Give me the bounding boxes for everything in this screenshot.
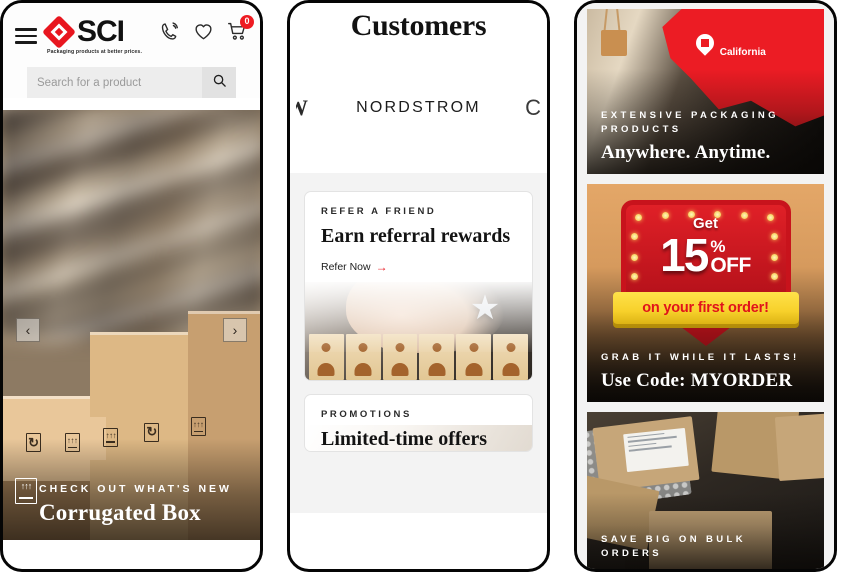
brand-logo-partial-left: W	[296, 95, 326, 121]
cart-count-badge: 0	[240, 14, 254, 29]
bulk-overlay: SAVE BIG ON BULK ORDERS	[587, 492, 824, 569]
mobile-panel-offers: California EXTENSIVE PACKAGING PRODUCTS …	[574, 0, 837, 572]
promotions-card-body: PROMOTIONS Limited-time offers	[305, 395, 532, 450]
promotions-eyebrow: PROMOTIONS	[321, 409, 412, 421]
header-bar: SCI Packaging products at better prices.	[15, 14, 254, 55]
discount-title: Use Code: MYORDER	[601, 370, 793, 391]
carousel-next-button[interactable]: ›	[223, 318, 247, 342]
heart-icon[interactable]	[193, 21, 214, 42]
bulk-orders-card[interactable]: SAVE BIG ON BULK ORDERS	[587, 412, 824, 569]
three-panel-screenshot: SCI Packaging products at better prices.	[0, 0, 841, 572]
package-badge-icon	[15, 478, 37, 504]
shipping-label-image	[623, 428, 689, 473]
cart-icon[interactable]: 0	[227, 14, 254, 42]
referral-card[interactable]: REFER A FRIEND Earn referral rewards Ref…	[304, 191, 533, 382]
hero-caption: CHECK OUT WHAT'S NEW Corrugated Box	[3, 439, 260, 540]
promotions-card[interactable]: PROMOTIONS Limited-time offers	[304, 394, 533, 452]
location-pin-label: California	[719, 46, 766, 58]
logo-row: SCI	[42, 15, 159, 49]
discount-percent-symbol: %	[710, 237, 726, 257]
logo-wordmark: SCI	[77, 15, 125, 48]
discount-badge-image: Get 15 % OFF on your first order!	[612, 200, 799, 346]
discount-off-label: OFF	[710, 254, 751, 278]
discount-number: 15	[660, 229, 709, 281]
hamburger-icon[interactable]	[15, 28, 37, 44]
search-button[interactable]	[202, 67, 236, 98]
logo-tagline: Packaging products at better prices.	[47, 49, 143, 55]
refer-now-link[interactable]: Refer Now →	[321, 260, 516, 274]
hamburger-line	[15, 34, 37, 38]
discount-overlay: GRAB IT WHILE IT LASTS! Use Code: MYORDE…	[587, 311, 824, 402]
phone-icon[interactable]	[159, 21, 180, 42]
coverage-overlay: EXTENSIVE PACKAGING PRODUCTS Anywhere. A…	[587, 68, 824, 174]
search-input[interactable]	[27, 67, 202, 98]
brand-logo-partial-right: C	[525, 95, 541, 120]
coverage-title: Anywhere. Anytime.	[601, 142, 771, 163]
customers-section: Customers W NORDSTROM C	[290, 3, 547, 173]
mobile-panel-customers: Customers W NORDSTROM C REFER A FRIEND E…	[287, 0, 550, 572]
search-icon	[212, 73, 227, 93]
bulk-eyebrow: SAVE BIG ON BULK ORDERS	[601, 533, 747, 560]
hero-title: Corrugated Box	[39, 500, 201, 525]
search-bar	[27, 67, 236, 98]
mobile-panel-home: SCI Packaging products at better prices.	[0, 0, 263, 572]
brand-logo-nordstrom: NORDSTROM	[356, 99, 481, 116]
arrow-right-icon: →	[375, 260, 388, 275]
this-side-up-symbol-icon	[190, 417, 206, 437]
refer-now-label: Refer Now	[321, 261, 371, 274]
coverage-card[interactable]: California EXTENSIVE PACKAGING PRODUCTS …	[587, 9, 824, 174]
sci-diamond-logo-icon	[42, 15, 76, 49]
promotions-title: Limited-time offers	[321, 428, 488, 451]
referral-card-body: REFER A FRIEND Earn referral rewards Ref…	[305, 192, 532, 274]
page-title: Customers	[350, 9, 487, 42]
panel1-scroll[interactable]: SCI Packaging products at better prices.	[3, 3, 260, 569]
referral-image: ★	[305, 282, 532, 381]
discount-eyebrow: GRAB IT WHILE IT LASTS!	[601, 352, 800, 364]
hero-carousel[interactable]: ‹ › CHECK OUT WHAT'S NEW Corrugated Box	[3, 110, 260, 540]
hamburger-line	[15, 41, 37, 44]
promo-cards-section: REFER A FRIEND Earn referral rewards Ref…	[290, 173, 547, 513]
carousel-prev-button[interactable]: ‹	[16, 318, 40, 342]
coverage-eyebrow: EXTENSIVE PACKAGING PRODUCTS	[601, 109, 779, 136]
hamburger-line	[15, 28, 37, 31]
discount-amount: 15 % OFF	[660, 229, 751, 281]
discount-plaque: Get 15 % OFF	[620, 200, 791, 304]
site-header: SCI Packaging products at better prices.	[3, 3, 260, 98]
referral-title: Earn referral rewards	[321, 225, 511, 247]
carton-image	[774, 413, 824, 482]
panel3-scroll[interactable]: California EXTENSIVE PACKAGING PRODUCTS …	[577, 3, 834, 569]
brand-logo-carousel[interactable]: W NORDSTROM C	[290, 43, 547, 173]
panel2-scroll[interactable]: Customers W NORDSTROM C REFER A FRIEND E…	[290, 3, 547, 569]
paper-bag-image	[601, 9, 628, 60]
referral-eyebrow: REFER A FRIEND	[321, 206, 437, 217]
site-logo[interactable]: SCI Packaging products at better prices.	[42, 15, 159, 55]
discount-card[interactable]: Get 15 % OFF on your first order! GRAB I…	[587, 184, 824, 402]
hero-eyebrow: CHECK OUT WHAT'S NEW	[39, 483, 232, 495]
header-icons: 0	[159, 14, 254, 52]
